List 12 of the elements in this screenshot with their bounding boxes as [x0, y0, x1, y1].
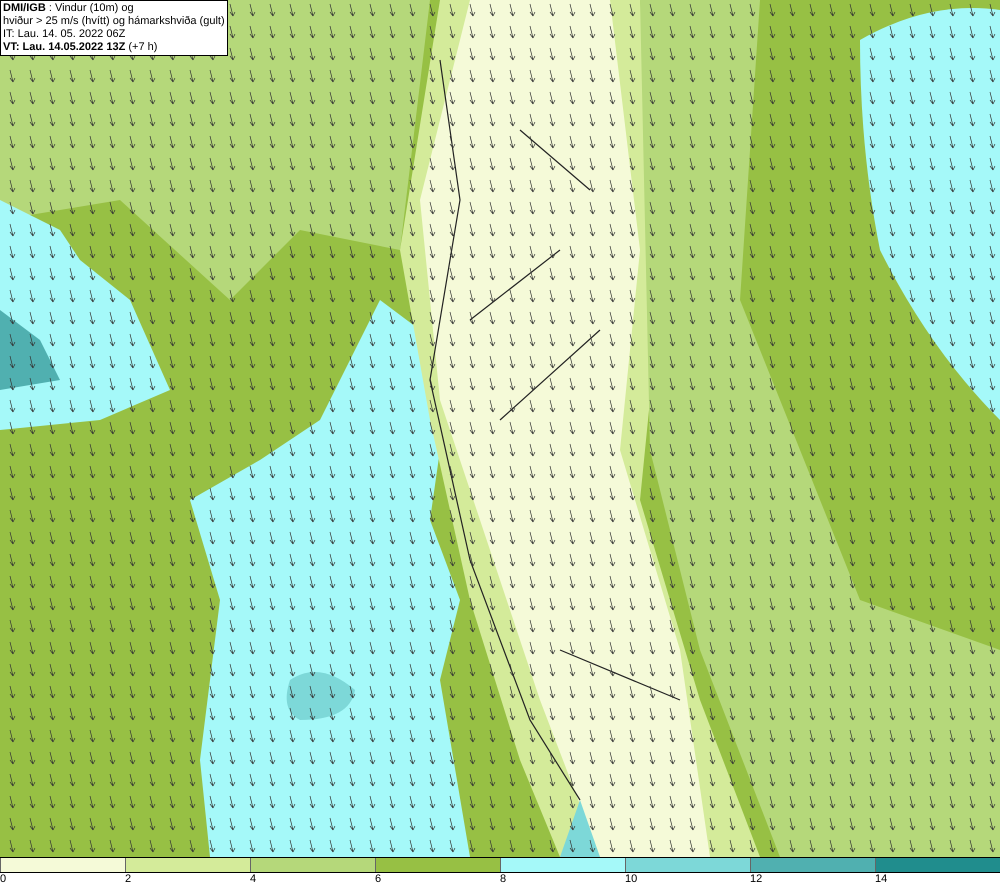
- scale-label: 6: [375, 873, 382, 887]
- scale-label: 12: [750, 873, 762, 887]
- caption-line: DMI/IGB : Vindur (10m) og: [3, 2, 135, 15]
- scale-label: 0: [0, 873, 6, 887]
- scale-label: 10: [625, 873, 638, 887]
- scale-label: 8: [500, 873, 506, 887]
- scale-label: 14: [875, 873, 888, 887]
- caption-line: hviður > 25 m/s (hvítt) og hámarkshviða (gult): [3, 15, 225, 28]
- scale-label: 4: [250, 873, 256, 887]
- scale-label: 2: [125, 873, 132, 887]
- caption-line: VT: Lau. 14.05.2022 13Z (+7 h): [3, 41, 158, 54]
- caption-line: IT: Lau. 14. 05. 2022 06Z: [3, 28, 126, 41]
